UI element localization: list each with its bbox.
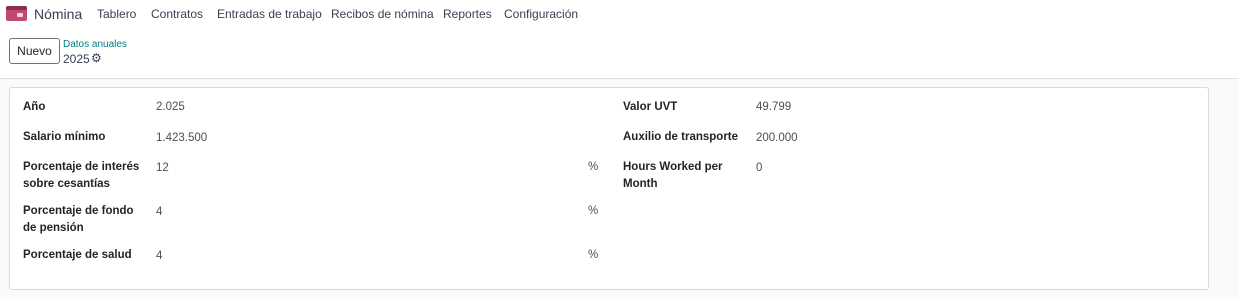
field-value-ano[interactable]: 2.025 [156,101,185,113]
field-label-ano: Año [23,101,46,113]
field-label-salario-minimo: Salario mínimo [23,131,106,143]
payroll-app-icon[interactable] [6,6,27,21]
form-sheet: Año 2.025 Salario mínimo 1.423.500 Porce… [9,87,1209,290]
gear-icon[interactable]: ⚙ [91,51,102,65]
menu-entradas-de-trabajo[interactable]: Entradas de trabajo [217,7,322,21]
field-label-valor-uvt: Valor UVT [623,101,678,113]
top-navbar: Nómina Tablero Contratos Entradas de tra… [0,0,1239,27]
menu-configuracion[interactable]: Configuración [504,7,578,21]
percent-unit: % [588,205,599,217]
field-label-salud: Porcentaje de salud [23,249,132,261]
control-panel: Nuevo Datos anuales 2025 ⚙ [0,27,1239,79]
field-value-salario-minimo[interactable]: 1.423.500 [156,132,207,144]
field-label-auxilio-transporte: Auxilio de transporte [623,131,739,143]
menu-tablero[interactable]: Tablero [97,7,136,21]
field-label-fondo-pension: Porcentaje de fondo de pensión [23,205,134,234]
field-value-fondo-pension[interactable]: 4 [156,206,162,218]
menu-recibos-de-nomina[interactable]: Recibos de nómina [331,7,434,21]
record-title: 2025 [63,52,90,66]
menu-contratos[interactable]: Contratos [151,7,203,21]
field-value-hours-worked[interactable]: 0 [756,162,762,174]
field-value-salud[interactable]: 4 [156,250,162,262]
new-button[interactable]: Nuevo [9,38,60,64]
field-value-interes-cesantias[interactable]: 12 [156,162,169,174]
field-value-auxilio-transporte[interactable]: 200.000 [756,132,798,144]
field-label-interes-cesantias: Porcentaje de interés sobre cesantías [23,161,140,190]
field-value-valor-uvt[interactable]: 49.799 [756,101,791,113]
app-name[interactable]: Nómina [34,6,82,22]
percent-unit: % [588,161,599,173]
breadcrumb-datos-anuales[interactable]: Datos anuales [63,39,127,50]
percent-unit: % [588,249,599,261]
field-label-hours-worked: Hours Worked per Month [623,161,723,190]
menu-reportes[interactable]: Reportes [443,7,492,21]
